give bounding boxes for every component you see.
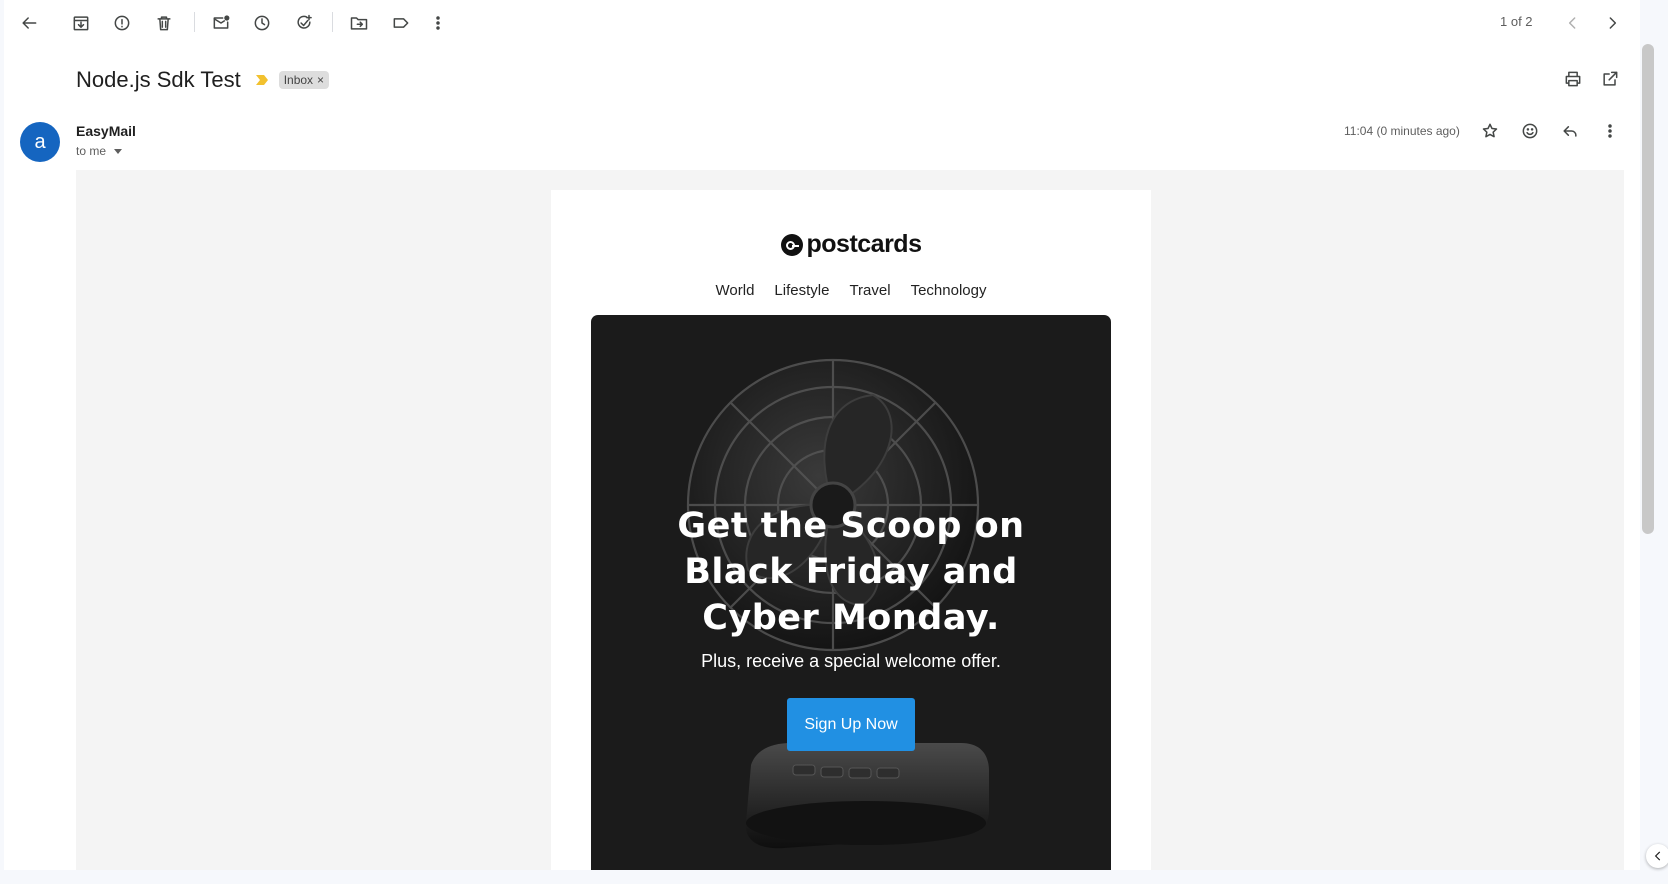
remove-label-button[interactable]: × xyxy=(317,73,324,87)
postcards-logo-icon xyxy=(780,233,803,256)
move-to-icon xyxy=(350,17,368,30)
label-icon xyxy=(393,18,409,28)
hero-headline-line-1: Get the Scoop on xyxy=(677,506,1025,546)
toolbar-divider xyxy=(194,12,195,32)
email-timestamp: 11:04 (0 minutes ago) xyxy=(1344,124,1460,138)
older-button[interactable] xyxy=(1595,6,1629,40)
hero-banner: Get the Scoop on Black Friday and Cyber … xyxy=(591,315,1111,870)
caret-down-icon xyxy=(114,148,123,154)
nav-link-lifestyle[interactable]: Lifestyle xyxy=(774,282,829,299)
add-reaction-button[interactable] xyxy=(1513,114,1547,148)
chevron-right-icon xyxy=(1609,17,1617,29)
toolbar-divider xyxy=(332,12,333,32)
brand-logo[interactable]: postcards xyxy=(551,230,1151,259)
star-button[interactable] xyxy=(1473,114,1507,148)
inbox-label-chip: Inbox × xyxy=(278,71,330,89)
more-vert-icon xyxy=(1608,124,1612,138)
chevron-left-icon xyxy=(1568,17,1576,29)
print-button[interactable] xyxy=(1556,62,1590,96)
report-spam-button[interactable] xyxy=(105,6,139,40)
hero-headline: Get the Scoop on Black Friday and Cyber … xyxy=(591,503,1111,641)
nav-link-world[interactable]: World xyxy=(716,282,755,299)
reply-icon xyxy=(1563,126,1577,137)
sender-avatar[interactable]: a xyxy=(20,122,60,162)
email-view: 1 of 2 Node.js Sdk Test Inbox × a EasyMa… xyxy=(4,0,1640,870)
label-button[interactable] xyxy=(384,6,418,40)
archive-icon xyxy=(73,16,89,31)
important-marker-icon[interactable] xyxy=(255,74,269,86)
more-button[interactable] xyxy=(421,6,455,40)
nav-link-travel[interactable]: Travel xyxy=(849,282,890,299)
sign-up-button[interactable]: Sign Up Now xyxy=(787,698,915,751)
recipient-details[interactable]: to me xyxy=(76,144,123,158)
add-task-icon xyxy=(297,14,312,29)
hero-headline-line-2: Black Friday and xyxy=(684,552,1018,592)
open-in-new-icon xyxy=(1603,71,1618,86)
email-subject: Node.js Sdk Test xyxy=(76,67,241,92)
mark-unread-icon xyxy=(213,15,230,29)
pagination-count: 1 of 2 xyxy=(1500,14,1533,29)
nav-link-technology[interactable]: Technology xyxy=(911,282,987,299)
newsletter-nav: World Lifestyle Travel Technology xyxy=(551,282,1151,299)
back-button[interactable] xyxy=(12,6,46,40)
sender-name[interactable]: EasyMail xyxy=(76,123,136,139)
label-chip-text: Inbox xyxy=(283,73,314,87)
move-to-button[interactable] xyxy=(342,6,376,40)
newer-button[interactable] xyxy=(1556,6,1590,40)
clock-icon xyxy=(254,15,270,31)
archive-button[interactable] xyxy=(64,6,98,40)
arrow-left-icon xyxy=(22,17,37,29)
emoji-icon xyxy=(1522,123,1538,139)
newsletter-card: postcards World Lifestyle Travel Technol… xyxy=(551,190,1151,870)
hero-subtitle: Plus, receive a special welcome offer. xyxy=(701,651,1001,671)
snooze-button[interactable] xyxy=(245,6,279,40)
subject-row: Node.js Sdk Test Inbox × xyxy=(76,64,330,96)
vertical-scrollbar-thumb[interactable] xyxy=(1642,44,1654,534)
mark-unread-button[interactable] xyxy=(204,6,238,40)
message-more-button[interactable] xyxy=(1593,114,1627,148)
add-task-button[interactable] xyxy=(287,6,321,40)
trash-icon xyxy=(157,16,171,31)
more-vert-icon xyxy=(436,16,440,30)
reply-button[interactable] xyxy=(1553,114,1587,148)
recipient-text: to me xyxy=(76,144,107,158)
email-toolbar: 1 of 2 xyxy=(4,0,1640,44)
open-new-window-button[interactable] xyxy=(1593,62,1627,96)
chevron-left-icon xyxy=(1654,851,1661,861)
print-icon xyxy=(1565,71,1581,87)
hero-headline-line-3: Cyber Monday. xyxy=(702,598,1000,638)
report-spam-icon xyxy=(114,15,130,31)
delete-button[interactable] xyxy=(147,6,181,40)
brand-name: postcards xyxy=(806,230,922,258)
email-body: postcards World Lifestyle Travel Technol… xyxy=(76,170,1624,870)
star-icon xyxy=(1482,123,1498,138)
side-panel-toggle-button[interactable] xyxy=(1646,844,1668,868)
